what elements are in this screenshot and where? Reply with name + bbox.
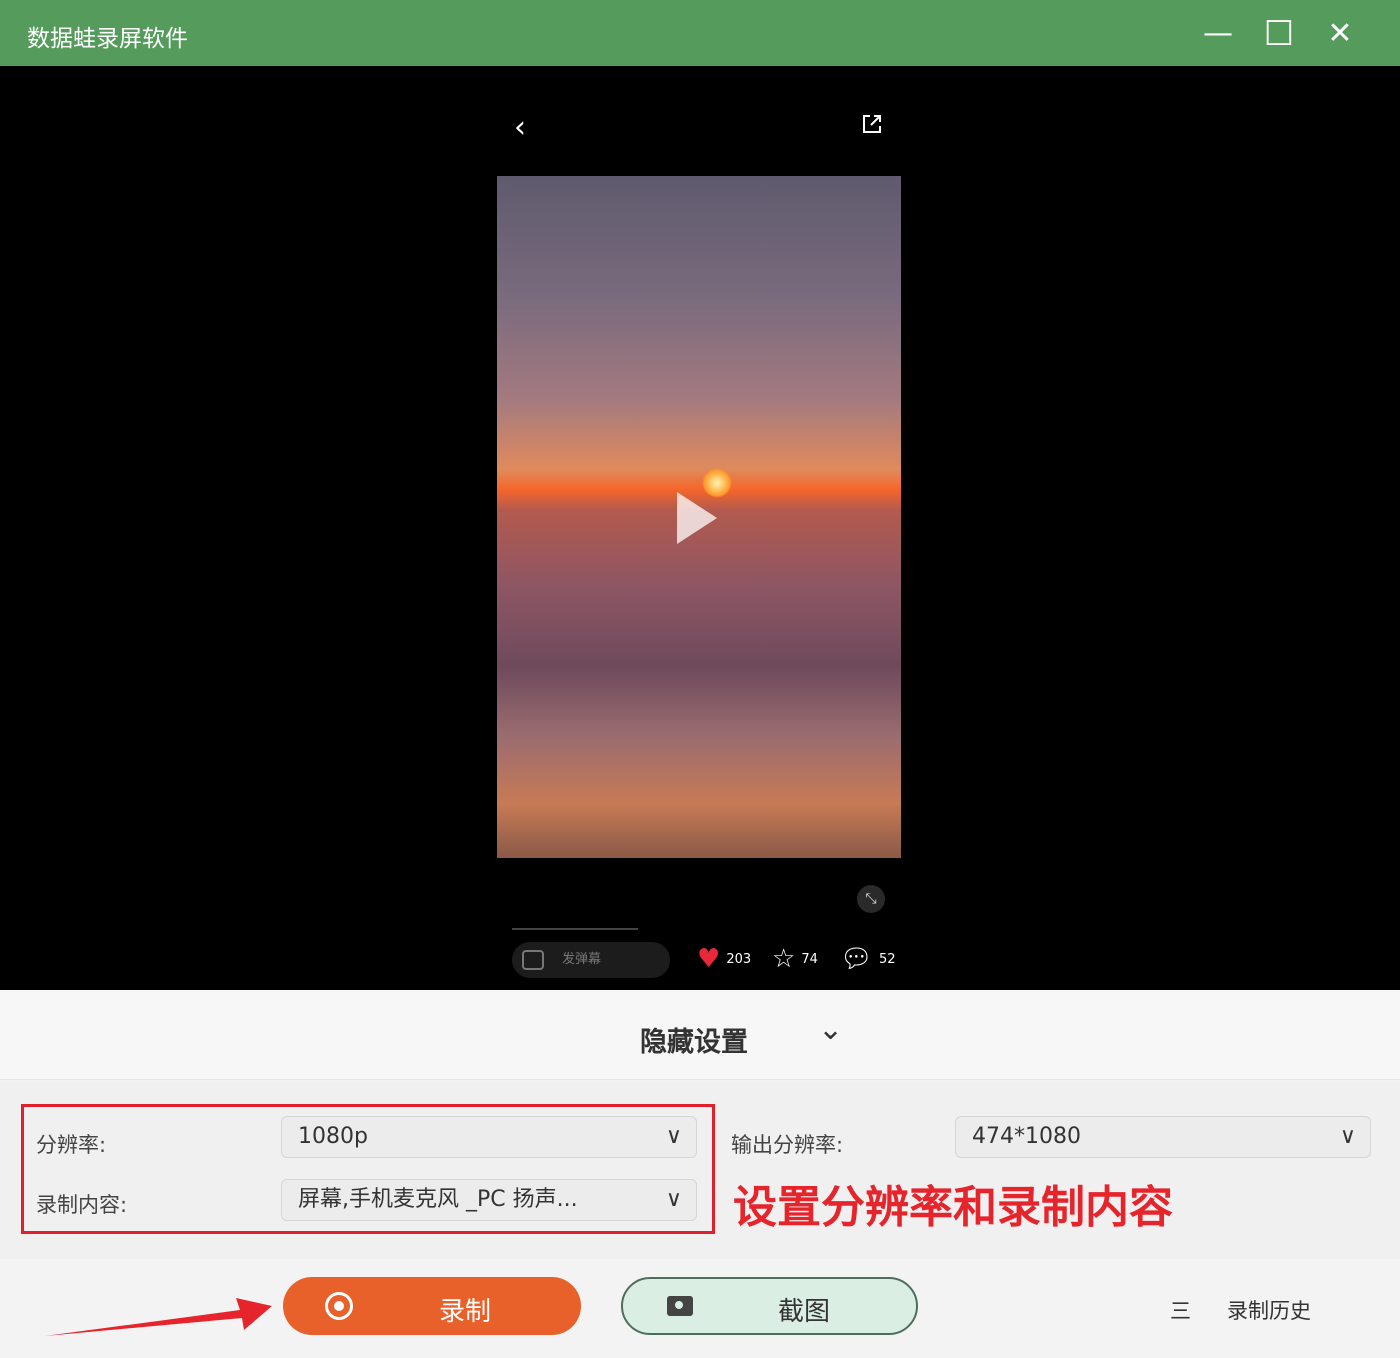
play-icon[interactable] xyxy=(677,492,717,544)
output-resolution-value: 474*1080 xyxy=(972,1124,1081,1149)
list-icon: 三 xyxy=(1170,1299,1191,1323)
record-button[interactable]: 录制 xyxy=(283,1277,581,1335)
screenshot-button[interactable]: 截图 xyxy=(621,1277,918,1335)
app-title: 数据蛙录屏软件 xyxy=(27,26,188,52)
progress-bar[interactable] xyxy=(512,928,638,930)
chevron-down-icon: ∨ xyxy=(665,1124,682,1149)
camera-icon xyxy=(667,1296,693,1316)
like-count: 203 xyxy=(726,951,752,967)
share-icon[interactable] xyxy=(860,112,884,136)
chevron-down-icon: ∨ xyxy=(665,1187,682,1212)
minimize-button[interactable]: — xyxy=(1198,14,1238,54)
resolution-label: 分辨率: xyxy=(36,1133,107,1157)
comment-button[interactable]: 💬︎ 52 xyxy=(840,944,896,974)
danmu-label: 发弹幕 xyxy=(562,952,602,967)
heart-icon: ♥ xyxy=(697,944,721,974)
close-button[interactable]: ✕ xyxy=(1320,14,1360,54)
output-resolution-label: 输出分辨率: xyxy=(731,1133,844,1157)
favorite-button[interactable]: ☆ 74 xyxy=(772,944,818,974)
content-value: 屏幕,手机麦克风 _PC 扬声... xyxy=(298,1187,578,1212)
hide-settings-label: 隐藏设置 xyxy=(640,1027,748,1058)
favorite-count: 74 xyxy=(801,951,818,967)
danmu-input[interactable]: 发弹幕 xyxy=(512,942,670,978)
comment-count: 52 xyxy=(879,951,896,967)
danmu-icon xyxy=(522,950,544,970)
content-label: 录制内容: xyxy=(36,1193,128,1217)
hide-settings-bar[interactable]: 隐藏设置 ⌄ xyxy=(0,990,1400,1080)
like-button[interactable]: ♥ 203 xyxy=(697,944,751,974)
record-icon xyxy=(325,1292,353,1320)
output-resolution-select[interactable]: 474*1080 ∨ xyxy=(955,1116,1371,1158)
title-bar: 数据蛙录屏软件 — ☐ ✕ xyxy=(0,0,1400,66)
annotation-text: 设置分辨率和录制内容 xyxy=(733,1182,1173,1233)
content-select[interactable]: 屏幕,手机麦克风 _PC 扬声... ∨ xyxy=(281,1179,697,1221)
shrink-icon[interactable]: ⤡ xyxy=(857,885,885,913)
back-icon[interactable]: ‹ xyxy=(514,110,526,145)
history-button[interactable]: 三 录制历史 xyxy=(1170,1295,1311,1325)
resolution-select[interactable]: 1080p ∨ xyxy=(281,1116,697,1158)
annotation-arrow xyxy=(45,1298,272,1336)
settings-panel: 分辨率: 1080p ∨ 录制内容: 屏幕,手机麦克风 _PC 扬声... ∨ 输出… xyxy=(0,1081,1400,1259)
chevron-down-icon[interactable]: ⌄ xyxy=(818,1012,843,1047)
comment-icon: 💬︎ xyxy=(840,944,874,974)
record-label: 录制 xyxy=(439,1297,492,1327)
star-icon: ☆ xyxy=(772,944,796,974)
maximize-button[interactable]: ☐ xyxy=(1259,14,1299,54)
screenshot-label: 截图 xyxy=(778,1297,831,1327)
video-frame[interactable] xyxy=(497,176,901,858)
chevron-down-icon: ∨ xyxy=(1339,1124,1356,1149)
history-label: 录制历史 xyxy=(1227,1299,1311,1323)
preview-area: ‹ ⤡ 发弹幕 ♥ 203 ☆ 74 💬︎ 52 xyxy=(0,66,1400,990)
resolution-value: 1080p xyxy=(298,1124,368,1149)
